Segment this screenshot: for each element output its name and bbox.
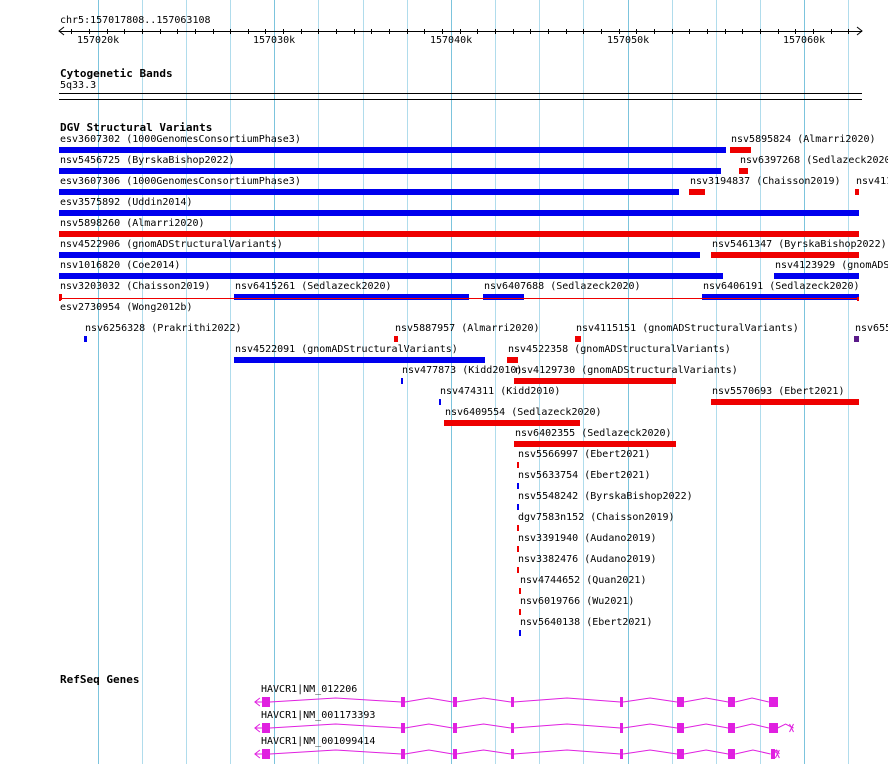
gene-intron: [404, 697, 453, 703]
gene-intron: [623, 697, 678, 703]
gene-intron: [683, 749, 729, 755]
gene-intron: [513, 723, 621, 729]
gene-introns: [254, 697, 794, 759]
gene-intron: [269, 697, 402, 703]
gene-intron: [456, 749, 512, 755]
gene-intron: [513, 697, 621, 703]
gene-intron: [513, 749, 621, 755]
genome-browser-view[interactable]: chr5:157017808..157063108 157020k 157030k…: [0, 0, 890, 764]
gene-intron: [456, 697, 512, 703]
gene-intron: [269, 723, 402, 729]
gene-intron: [683, 697, 729, 703]
gene-intron: [735, 749, 771, 755]
gene-intron: [735, 697, 769, 703]
gene-intron: [683, 723, 729, 729]
gene-intron: [269, 749, 402, 755]
gene-intron: [456, 723, 512, 729]
gene-intron: [404, 723, 453, 729]
gene-intron: [735, 723, 769, 729]
gene-intron: [623, 723, 678, 729]
gene-intron: [623, 749, 678, 755]
gene-intron: [404, 749, 453, 755]
